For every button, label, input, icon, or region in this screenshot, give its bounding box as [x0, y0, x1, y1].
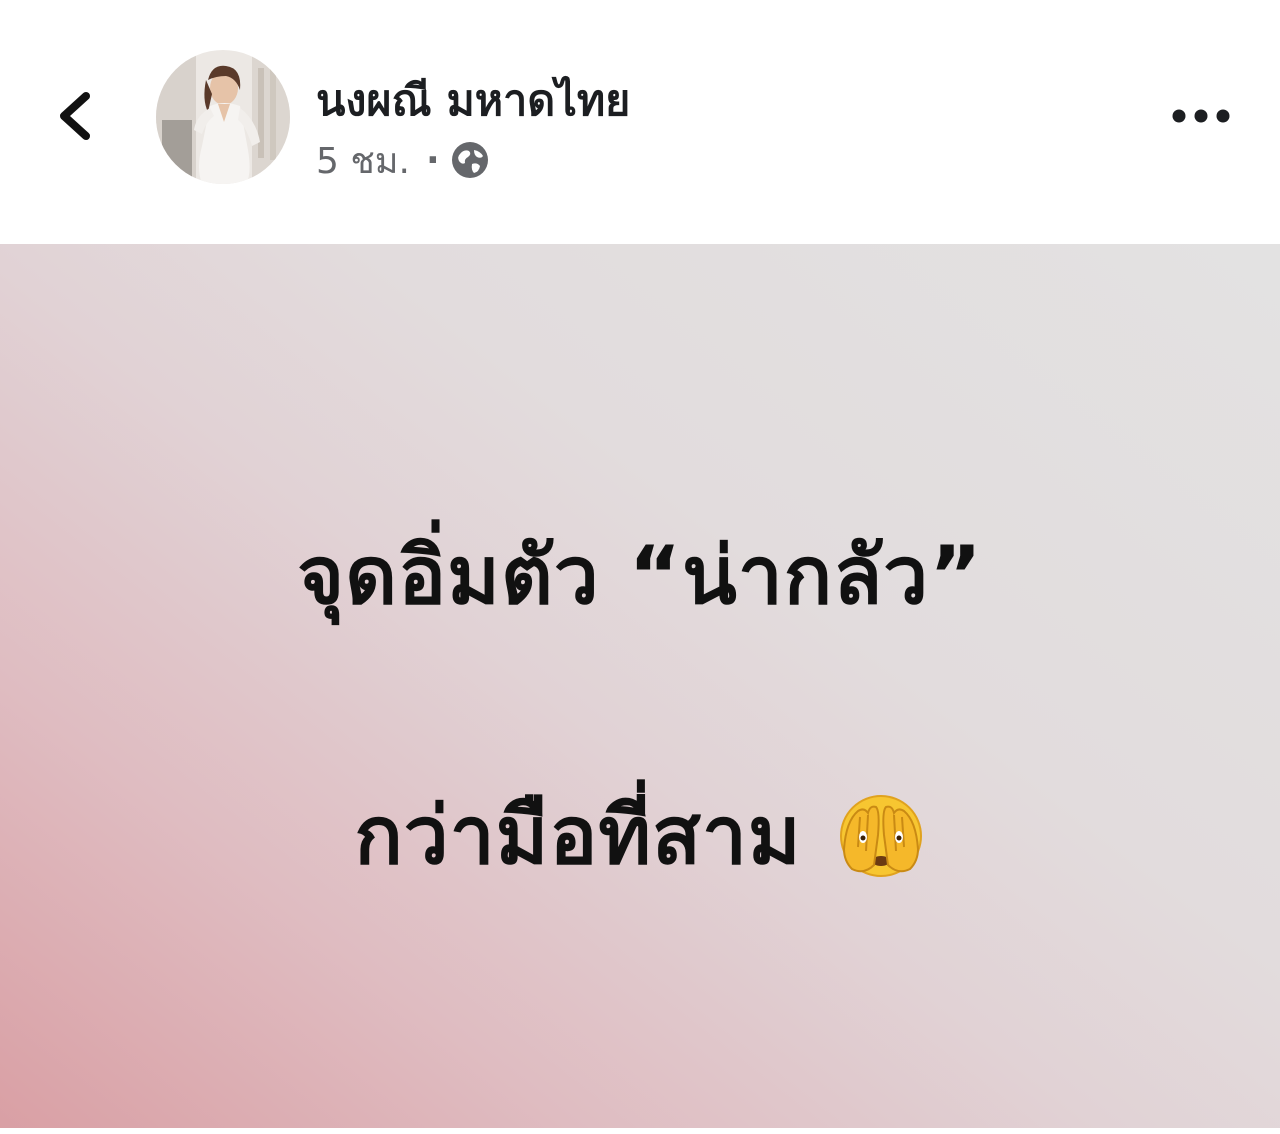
post-text-line-2: กว่ามือที่สาม	[354, 789, 802, 882]
more-horizontal-icon	[1172, 109, 1230, 123]
post-view: นงผณี มหาดไทย 5 ชม. · จุดอิ่มตัว “น่ากลั…	[0, 0, 1280, 1134]
back-button[interactable]	[48, 82, 106, 150]
post-time[interactable]: 5 ชม.	[316, 132, 410, 189]
post-text-line-1: จุดอิ่มตัว “น่ากลัว”	[297, 529, 983, 622]
avatar-photo	[156, 50, 290, 184]
bottom-edge	[0, 1128, 1280, 1134]
globe-icon	[451, 142, 488, 178]
more-options-button[interactable]	[1166, 96, 1236, 136]
post-header: นงผณี มหาดไทย 5 ชม. ·	[0, 0, 1280, 244]
chevron-left-icon	[60, 92, 90, 140]
post-meta: 5 ชม. ·	[316, 138, 490, 182]
author-name[interactable]: นงผณี มหาดไทย	[316, 66, 630, 134]
post-text-line-2-row: กว่ามือที่สาม	[0, 772, 1280, 899]
meta-separator: ·	[425, 139, 440, 181]
peeking-face-emoji-icon	[839, 794, 922, 877]
post-background-card: จุดอิ่มตัว “น่ากลัว” กว่ามือที่สาม	[0, 244, 1280, 1134]
avatar[interactable]	[156, 50, 290, 184]
